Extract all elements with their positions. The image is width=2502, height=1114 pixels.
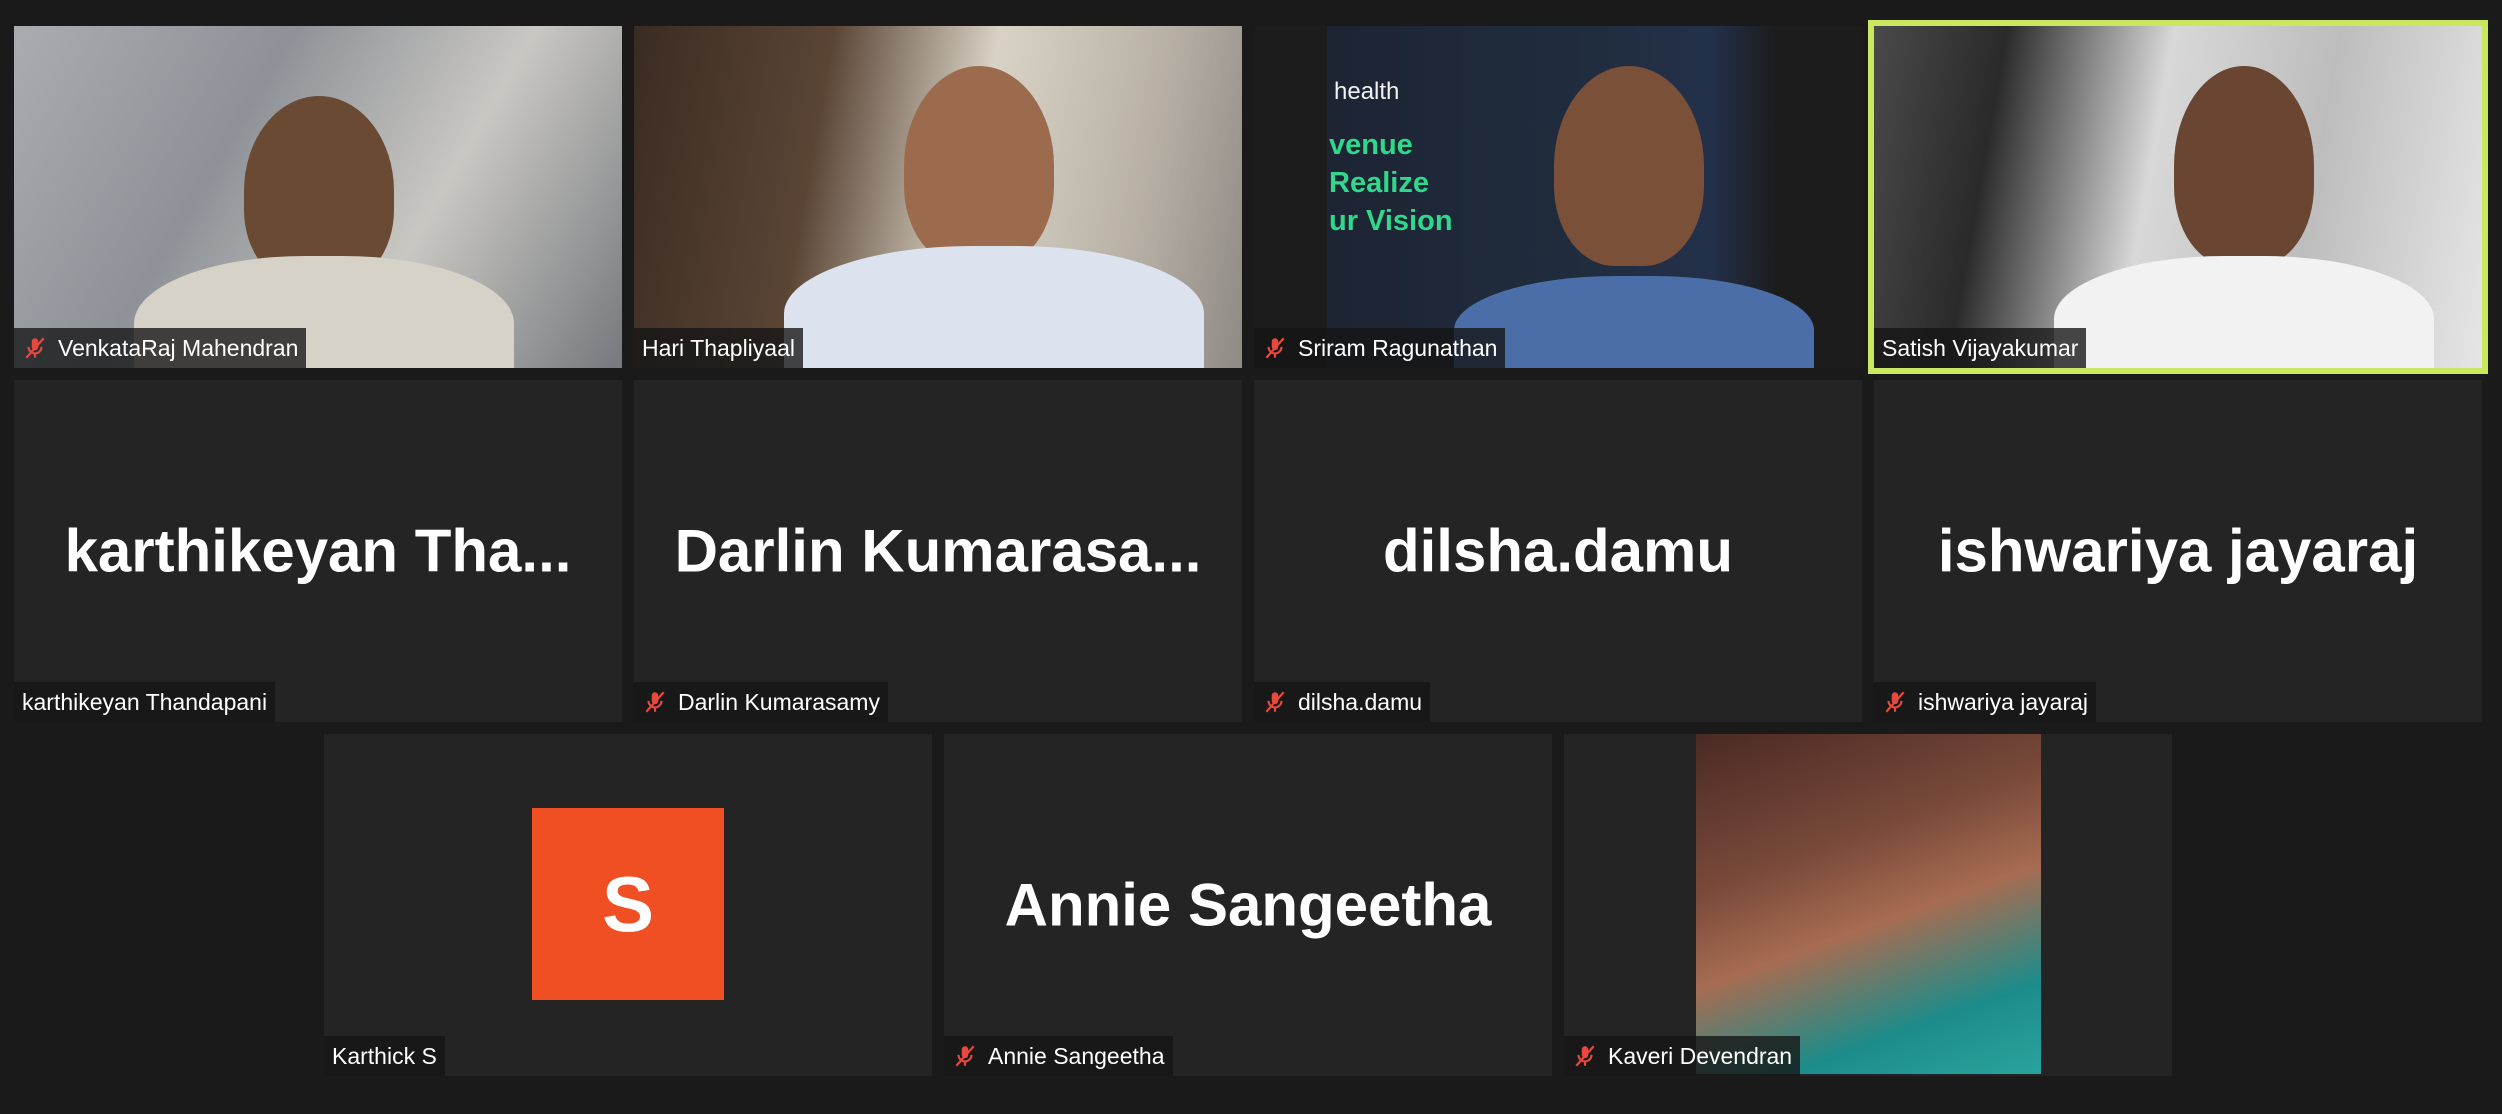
microphone-muted-icon [1265,337,1285,359]
participant-name: Hari Thapliyaal [642,334,795,361]
participant-tile-satish[interactable]: Satish Vijayakumar [1868,20,2488,374]
microphone-muted-icon [1885,691,1905,713]
microphone-muted-icon [1265,691,1285,713]
participant-name: Kaveri Devendran [1608,1042,1793,1069]
participant-profile-photo [1696,734,2041,1074]
participant-figure [1454,276,1814,368]
participant-tile-karthikeyan[interactable]: karthikeyan Tha... karthikeyan Thandapan… [14,380,622,722]
participant-figure [1554,66,1704,266]
name-label: Karthick S [324,1036,445,1076]
name-label: dilsha.damu [1254,682,1431,722]
name-label: Hari Thapliyaal [634,328,803,368]
participant-display-name: Darlin Kumarasa... [674,517,1202,585]
participant-video [14,26,622,368]
participant-video: health venue Realize ur Vision [1254,26,1862,368]
participant-video [1874,26,2482,368]
participant-display-name: ishwariya jayaraj [1937,517,2419,585]
name-label: Kaveri Devendran [1564,1036,1801,1076]
participant-name: Karthick S [332,1042,437,1069]
participant-name: karthikeyan Thandapani [22,688,268,715]
background-slogan: venue Realize ur Vision [1329,129,1453,237]
participant-name: VenkataRaj Mahendran [58,334,299,361]
participant-tile-darlin[interactable]: Darlin Kumarasa... Darlin Kumarasamy [634,380,1242,722]
participant-name: dilsha.damu [1298,688,1423,715]
participant-display-name: Annie Sangeetha [1004,871,1492,939]
name-label: Annie Sangeetha [944,1036,1173,1076]
microphone-muted-icon [25,337,45,359]
microphone-muted-icon [645,691,665,713]
participant-tile-hari[interactable]: Hari Thapliyaal [634,26,1242,368]
participant-tile-ishwariya[interactable]: ishwariya jayaraj ishwariya jayaraj [1874,380,2482,722]
participant-tile-annie[interactable]: Annie Sangeetha Annie Sangeetha [944,734,1552,1076]
name-label: karthikeyan Thandapani [14,682,276,722]
participant-name: Satish Vijayakumar [1882,334,2079,361]
participant-tile-sriram[interactable]: health venue Realize ur Vision Sriram Ra… [1254,26,1862,368]
participant-tile-kaveri[interactable]: Kaveri Devendran [1564,734,2172,1076]
participant-tile-dilsha[interactable]: dilsha.damu dilsha.damu [1254,380,1862,722]
participant-figure [2174,66,2314,266]
participant-display-name: dilsha.damu [1382,517,1734,585]
background-brand-text: health [1334,78,1400,105]
participant-figure [784,246,1204,368]
participant-name: ishwariya jayaraj [1918,688,2089,715]
avatar: S [532,808,724,1000]
participant-figure [904,66,1054,266]
participant-display-name: karthikeyan Tha... [64,517,572,585]
participant-video [634,26,1242,368]
participant-name: Darlin Kumarasamy [678,688,880,715]
name-label: VenkataRaj Mahendran [14,328,307,368]
name-label: Sriram Ragunathan [1254,328,1506,368]
microphone-muted-icon [955,1045,975,1067]
participant-tile-karthick[interactable]: S Karthick S [324,734,932,1076]
participant-name: Sriram Ragunathan [1298,334,1498,361]
name-label: Satish Vijayakumar [1874,328,2087,368]
participant-tile-venkataraj[interactable]: VenkataRaj Mahendran [14,26,622,368]
name-label: ishwariya jayaraj [1874,682,2097,722]
name-label: Darlin Kumarasamy [634,682,888,722]
microphone-muted-icon [1575,1045,1595,1067]
participant-name: Annie Sangeetha [988,1042,1165,1069]
participant-figure [2054,256,2434,368]
